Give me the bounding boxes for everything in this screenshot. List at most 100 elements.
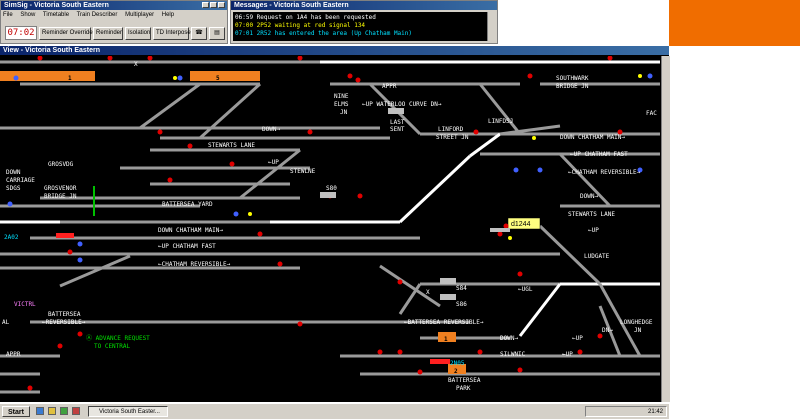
reminder-button[interactable]: Reminder	[93, 27, 123, 40]
taskbar: Start Victoria South Easter... 21:42	[0, 403, 669, 419]
signal	[517, 271, 523, 277]
label: TO CENTRAL	[94, 343, 131, 350]
signal	[57, 343, 63, 349]
signal	[347, 73, 353, 79]
label: PARK	[456, 385, 471, 392]
label: DOWN→	[580, 193, 598, 200]
berth-number[interactable]: 2	[454, 368, 458, 375]
clock-text: 21:42	[647, 409, 663, 415]
label: ←UP CHATHAM FAST	[158, 243, 216, 250]
start-button[interactable]: Start	[2, 406, 30, 417]
menu-multiplayer[interactable]: Multiplayer	[125, 12, 154, 18]
label: LAST	[390, 119, 405, 126]
signal	[297, 56, 303, 61]
phone-button[interactable]: ☎	[191, 27, 207, 40]
train-id[interactable]: 2A02	[4, 234, 19, 241]
label: GROSVENOR	[44, 185, 77, 192]
track-segment	[398, 154, 472, 224]
label: S80	[326, 185, 337, 192]
td-interpose-button[interactable]: TD Interpose	[153, 27, 191, 40]
signal	[157, 129, 163, 135]
view-vertical-scrollbar[interactable]	[661, 56, 670, 402]
signal	[527, 73, 533, 79]
quicklaunch-icon[interactable]	[72, 407, 80, 415]
label: ELMS	[334, 101, 349, 108]
menu-file[interactable]: File	[3, 12, 13, 18]
maximize-button[interactable]	[210, 2, 217, 8]
signal	[417, 369, 423, 375]
messages-scrollbar[interactable]	[487, 12, 496, 41]
messages-list[interactable]: 06:59 Request on 1A4 has been requested …	[233, 12, 487, 41]
track-segment	[139, 82, 201, 130]
signal	[27, 385, 33, 391]
quicklaunch-icon[interactable]	[60, 407, 68, 415]
label: APPR	[6, 351, 21, 358]
train-id[interactable]: 2N05	[450, 360, 465, 367]
indicator	[638, 74, 642, 78]
menu-help[interactable]: Help	[162, 12, 174, 18]
ground-signal	[513, 167, 519, 173]
ground-signals[interactable]	[7, 73, 653, 263]
indicator	[508, 236, 512, 240]
label: ←UP WATERLOO CURVE DN→	[362, 101, 442, 108]
signal	[597, 333, 603, 339]
menu-bar: File Show Timetable Train Describer Mult…	[3, 12, 180, 18]
signal	[397, 349, 403, 355]
label: JN	[634, 327, 642, 334]
message-line: 07:00 2P52 waiting at red signal 134	[235, 22, 366, 29]
berth-number[interactable]: 1	[444, 336, 448, 343]
quicklaunch-icon[interactable]	[48, 407, 56, 415]
signal	[297, 321, 303, 327]
reminder-override-button[interactable]: Reminder Override	[39, 27, 93, 40]
ground-signal	[7, 201, 13, 207]
label: S84	[456, 285, 467, 292]
train-tooltip-text: d1244	[511, 221, 531, 228]
indicator	[248, 212, 252, 216]
label: SENT	[390, 126, 405, 133]
signal	[397, 279, 403, 285]
track-diagram[interactable]: 1 5 1 2 2A02 2N05 d1244 X X APPR SOUTHWA…	[0, 56, 669, 402]
label: ←REVERSIBLE→	[42, 319, 86, 326]
label: DN→	[602, 327, 613, 334]
isolation-button[interactable]: Isolation	[125, 27, 151, 40]
minimize-button[interactable]	[202, 2, 209, 8]
signal	[307, 129, 313, 135]
signal	[577, 349, 583, 355]
label: ←UP	[572, 335, 583, 342]
berth-number[interactable]: 1	[68, 75, 72, 82]
label: LINFDSJ	[488, 118, 513, 125]
close-button[interactable]	[218, 2, 225, 8]
ground-signal	[233, 211, 239, 217]
menu-show[interactable]: Show	[20, 12, 35, 18]
berth-number[interactable]: 5	[216, 75, 220, 82]
signal	[477, 349, 483, 355]
ground-signal	[77, 257, 83, 263]
quicklaunch-icon[interactable]	[36, 407, 44, 415]
label: ←UP	[562, 351, 573, 358]
label: SDGS	[6, 185, 21, 192]
signal	[107, 56, 113, 61]
menu-train-describer[interactable]: Train Describer	[77, 12, 118, 18]
ground-signal	[647, 73, 653, 79]
signal	[147, 56, 153, 61]
track-segment	[198, 82, 262, 140]
taskbar-window-button[interactable]: Victoria South Easter...	[88, 406, 168, 417]
crossing-marker: X	[134, 61, 138, 68]
signal	[357, 193, 363, 199]
main-window: SimSig - Victoria South Eastern File Sho…	[0, 0, 228, 44]
label: SOUTHWARK	[556, 75, 589, 82]
label: ←UP CHATHAM FAST	[570, 151, 628, 158]
label: STREET JN	[436, 134, 469, 141]
menu-timetable[interactable]: Timetable	[43, 12, 69, 18]
signal	[607, 56, 613, 61]
signal	[187, 143, 193, 149]
main-window-title: SimSig - Victoria South Eastern	[1, 1, 227, 10]
train-occupancy	[56, 233, 74, 238]
track-circuit-block	[440, 278, 456, 284]
print-button[interactable]: ▤	[209, 27, 225, 40]
track-segment	[398, 283, 422, 315]
desktop-background	[669, 0, 800, 46]
label: ←UGL	[518, 286, 533, 293]
labels: APPR SOUTHWARK BRIDGE JN NINE ELMS JN ←U…	[2, 75, 657, 392]
label: ←BATTERSEA REVERSIBLE→	[404, 319, 484, 326]
